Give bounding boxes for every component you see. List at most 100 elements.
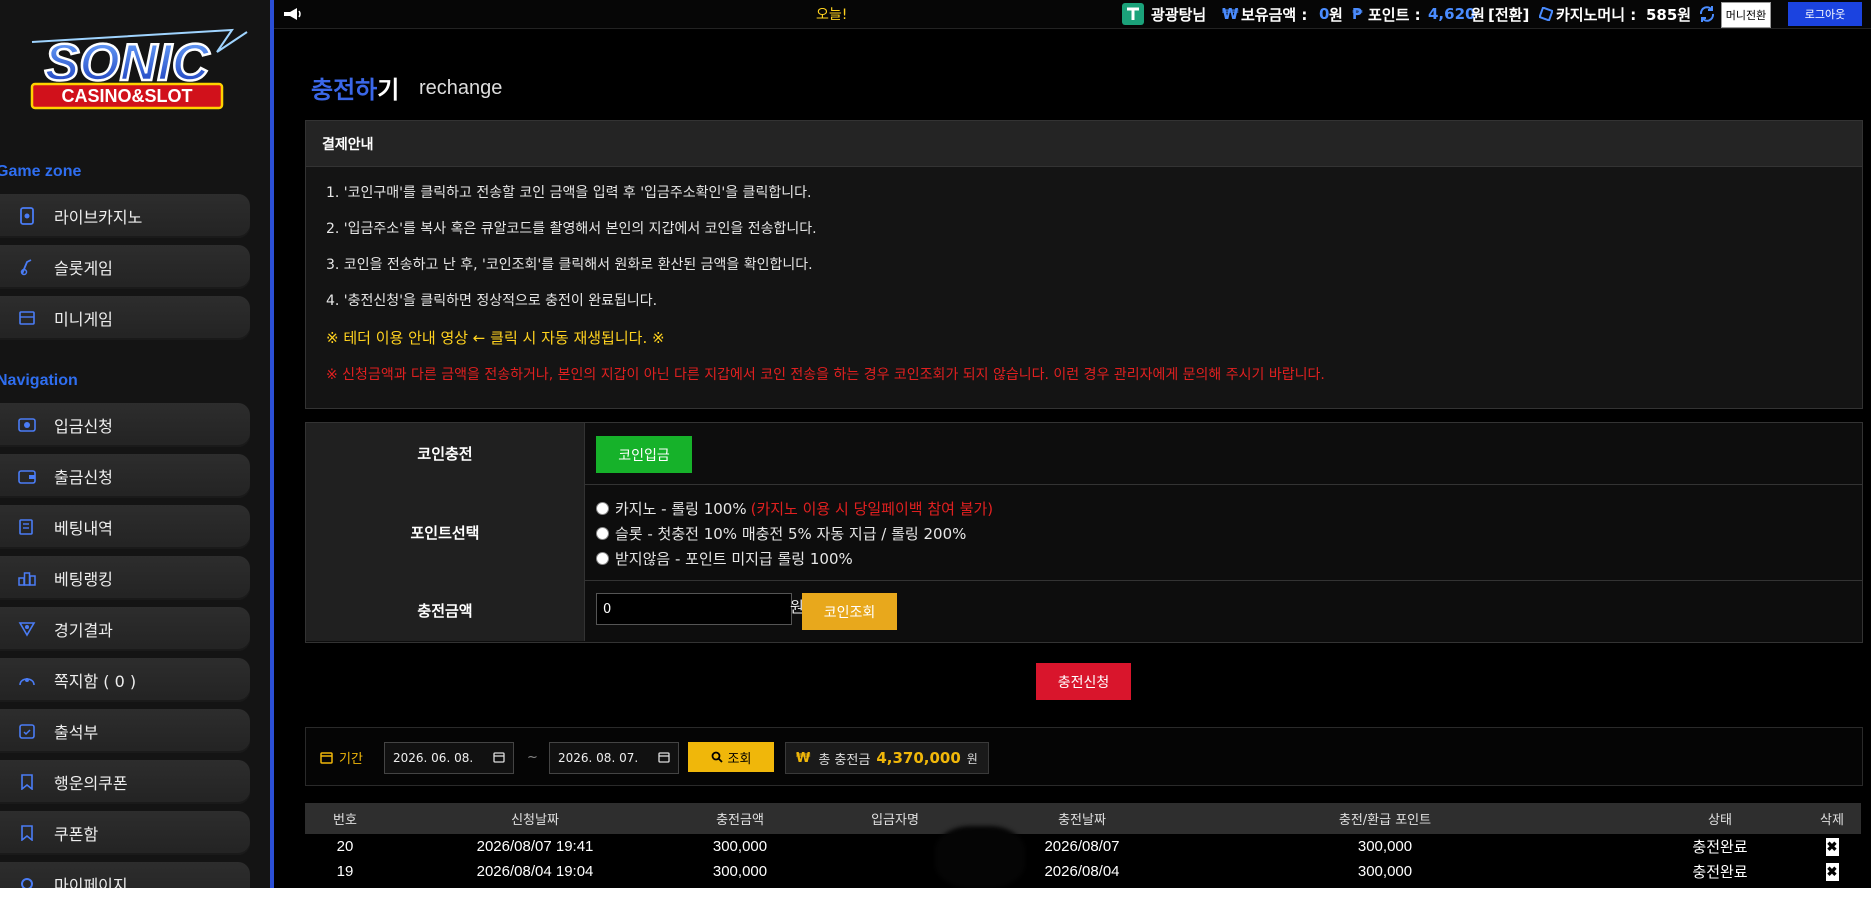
mini-game-icon bbox=[18, 309, 36, 327]
withdraw-icon bbox=[18, 467, 36, 485]
logout-button[interactable]: 로그아웃 bbox=[1788, 2, 1862, 26]
guide-step: 4. '충전신청'을 클릭하면 정상적으로 충전이 완료됩니다. bbox=[326, 293, 658, 309]
notice-ticker: 오늘! bbox=[816, 7, 848, 23]
sidebar-item-results[interactable]: 경기결과 bbox=[0, 607, 250, 651]
redacted-name-mask bbox=[935, 826, 1025, 888]
status: 충전완료 bbox=[1692, 839, 1748, 856]
delete-cell: ✖ bbox=[1807, 834, 1857, 859]
date-from-field[interactable]: 2026. 06. 08. bbox=[384, 742, 514, 774]
option-text: 받지않음 - 포인트 미지급 롤링 100% bbox=[615, 550, 853, 568]
header-cell: 충전/환급 포인트 bbox=[1338, 813, 1432, 828]
point-option-casino[interactable]: 카지노 - 롤링 100% (카지노 이용 시 당일페이백 참여 불가) bbox=[596, 498, 993, 519]
sidebar-item-messages[interactable]: 쪽지함 ( 0 ) bbox=[0, 658, 250, 702]
sidebar-item-label: 쿠폰함 bbox=[54, 825, 99, 844]
charge-amount-row: 충전금액 원 코인조회 bbox=[306, 580, 1862, 641]
sidebar-item-bet-history[interactable]: 베팅내역 bbox=[0, 505, 250, 549]
charge-submit-button[interactable]: 충전신청 bbox=[1036, 663, 1131, 700]
coin-deposit-button[interactable]: 코인입금 bbox=[596, 436, 692, 473]
point-option-none[interactable]: 받지않음 - 포인트 미지급 롤링 100% bbox=[596, 548, 853, 569]
page-bottom-gap bbox=[0, 888, 1871, 912]
calendar-picker-icon[interactable] bbox=[493, 751, 505, 766]
top-bar: 오늘! 광광탕님 ₩ 보유금액 : 0 원 ₱ 포인트 : 4,620 원 [전… bbox=[274, 0, 1871, 29]
calendar-icon bbox=[320, 751, 333, 764]
point-select-row: 포인트선택 카지노 - 롤링 100% (카지노 이용 시 당일페이백 참여 불… bbox=[306, 484, 1862, 581]
sidebar-item-lucky-coupon[interactable]: 행운의쿠폰 bbox=[0, 760, 250, 804]
calendar-picker-icon[interactable] bbox=[658, 751, 670, 766]
table-row: 20 2026/08/07 19:41 300,000 2026/08/07 3… bbox=[305, 834, 1861, 859]
point-select-label: 포인트선택 bbox=[306, 484, 585, 580]
points-convert-link[interactable]: [전환] bbox=[1488, 0, 1529, 28]
delete-icon[interactable]: ✖ bbox=[1825, 862, 1839, 881]
sidebar-item-label: 쪽지함 ( 0 ) bbox=[54, 672, 137, 691]
radio-button[interactable] bbox=[596, 502, 609, 515]
casino-money-value: 585원 bbox=[1646, 5, 1692, 24]
header-cell: 충전날짜 bbox=[1058, 813, 1106, 828]
total-charged-box: ₩ 총 충전금 4,370,000 원 bbox=[785, 742, 989, 774]
guide-step: 1. '코인구매'를 클릭하고 전송할 코인 금액을 입력 후 '입금주소확인'… bbox=[326, 185, 812, 201]
date-to-field[interactable]: 2026. 08. 07. bbox=[549, 742, 679, 774]
header-cell: 충전금액 bbox=[716, 813, 764, 828]
casino-money-label: 카지노머니 : bbox=[1556, 5, 1637, 24]
header-cell: 번호 bbox=[333, 813, 357, 828]
sidebar-item-mypage[interactable]: 마이페이지 bbox=[0, 862, 250, 888]
delete-icon[interactable]: ✖ bbox=[1825, 837, 1839, 856]
table-row: 19 2026/08/04 19:04 300,000 2026/08/04 3… bbox=[305, 859, 1861, 884]
ranking-icon bbox=[18, 569, 36, 587]
option-note: (카지노 이용 시 당일페이백 참여 불가) bbox=[750, 500, 994, 518]
sidebar-item-label: 마이페이지 bbox=[54, 876, 128, 888]
sidebar-divider bbox=[270, 0, 274, 888]
header-cell: 상태 bbox=[1708, 813, 1732, 828]
charge-amount: 300,000 bbox=[712, 838, 768, 855]
sidebar-item-label: 미니게임 bbox=[54, 310, 113, 329]
points-value: 4,620 bbox=[1428, 5, 1476, 23]
points-unit: 원 bbox=[1471, 5, 1485, 24]
charge-form: 코인충전 코인입금 포인트선택 카지노 - 롤링 100% (카지노 이용 시 … bbox=[305, 422, 1863, 643]
bet-history-icon bbox=[18, 518, 36, 536]
charge-amount-input[interactable] bbox=[596, 593, 792, 625]
sidebar-item-live-casino[interactable]: 라이브카지노 bbox=[0, 194, 250, 238]
sidebar-item-coupon-box[interactable]: 쿠폰함 bbox=[0, 811, 250, 855]
table-header: 번호 신청날짜 충전금액 입금자명 충전날짜 충전/환급 포인트 상태 삭제 bbox=[305, 803, 1861, 834]
sidebar-item-label: 출금신청 bbox=[54, 468, 113, 487]
radio-button[interactable] bbox=[596, 552, 609, 565]
page-title-part-b: 기 bbox=[377, 76, 400, 104]
sidebar-item-ranking[interactable]: 베팅랭킹 bbox=[0, 556, 250, 600]
sidebar-item-label: 슬롯게임 bbox=[54, 259, 113, 278]
period-label-text: 기간 bbox=[339, 751, 363, 767]
sidebar-item-withdraw[interactable]: 출금신청 bbox=[0, 454, 250, 498]
date-range-separator: ~ bbox=[527, 749, 538, 765]
charge-date: 2026/08/04 bbox=[1044, 863, 1120, 880]
sidebar-item-slot[interactable]: 슬롯게임 bbox=[0, 245, 250, 289]
refresh-icon[interactable] bbox=[1698, 0, 1716, 28]
sidebar-item-label: 베팅랭킹 bbox=[54, 570, 113, 589]
search-button[interactable]: 조회 bbox=[688, 742, 774, 772]
date-from-value: 2026. 06. 08. bbox=[393, 751, 474, 765]
row-number: 19 bbox=[336, 863, 354, 880]
warning-notice: ※ 신청금액과 다른 금액을 전송하거나, 본인의 지갑이 아닌 다른 지갑에서… bbox=[326, 367, 1325, 383]
sonic-logo[interactable]: SONIC CASINO&SLOT bbox=[2, 22, 252, 122]
message-icon bbox=[18, 671, 36, 689]
coupon-box-icon bbox=[18, 824, 36, 842]
radio-button[interactable] bbox=[596, 527, 609, 540]
coupon-icon bbox=[18, 773, 36, 791]
video-guide-link[interactable]: ※ 테더 이용 안내 영상 ← 클릭 시 자동 재생됩니다. ※ bbox=[326, 327, 665, 348]
svg-text:CASINO&SLOT: CASINO&SLOT bbox=[61, 86, 192, 106]
live-casino-icon bbox=[18, 207, 36, 225]
header-cell: 입금자명 bbox=[871, 813, 919, 828]
point-option-slot[interactable]: 슬롯 - 첫충전 10% 매충전 5% 자동 지급 / 롤링 200% bbox=[596, 523, 966, 544]
sidebar-item-deposit[interactable]: 입금신청 bbox=[0, 403, 250, 447]
payment-guide: 결제안내 1. '코인구매'를 클릭하고 전송할 코인 금액을 입력 후 '입금… bbox=[305, 120, 1863, 409]
sidebar: SONIC CASINO&SLOT Game zone 라이브카지노 슬롯게임 … bbox=[0, 0, 270, 888]
charge-amount-label: 충전금액 bbox=[306, 580, 585, 641]
balance-label: 보유금액 : bbox=[1241, 5, 1308, 24]
won-icon: ₩ bbox=[796, 750, 811, 766]
navigation-label: Navigation bbox=[0, 372, 78, 389]
sidebar-item-label: 베팅내역 bbox=[54, 519, 113, 538]
sidebar-item-attendance[interactable]: 출석부 bbox=[0, 709, 250, 753]
request-date: 2026/08/07 19:41 bbox=[476, 838, 594, 855]
calendar-icon bbox=[18, 722, 36, 740]
coin-check-button[interactable]: 코인조회 bbox=[802, 593, 897, 630]
sidebar-item-mini-game[interactable]: 미니게임 bbox=[0, 296, 250, 340]
total-unit: 원 bbox=[966, 751, 978, 766]
money-convert-button[interactable]: 머니전환 bbox=[1721, 2, 1771, 28]
